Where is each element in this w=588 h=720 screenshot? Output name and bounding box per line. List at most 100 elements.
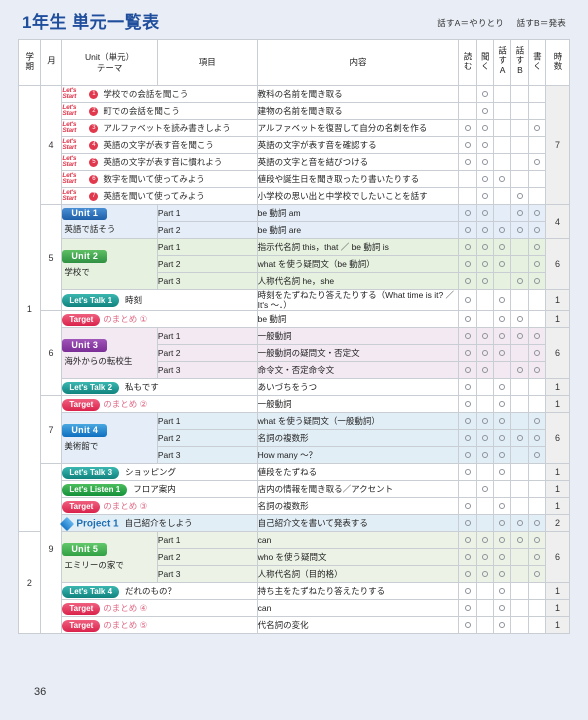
lets-start-icon: Let's Start <box>62 171 77 185</box>
table-row: Let's Start 7 英語を聞いて使ってみよう 小学校の思い出と中学校でしたいこと… <box>19 187 570 205</box>
circle-icon <box>464 587 471 594</box>
mark-speak-a <box>493 288 512 312</box>
circle-icon <box>499 502 506 509</box>
hours-cell: 6 <box>545 412 570 465</box>
content-cell: 自己紹介文を書いて発表する <box>256 514 460 533</box>
talk-subtitle: 私もです <box>125 382 159 393</box>
target-subtitle: のまとめ ① <box>103 314 148 325</box>
unit-theme: エミリーの家で <box>64 560 124 571</box>
circle-icon <box>464 260 471 267</box>
mark-read <box>458 255 477 273</box>
mark-speak-b <box>510 238 529 256</box>
month-cell: 9 <box>39 463 63 635</box>
circle-icon <box>533 366 540 373</box>
item-cell: Part 2 <box>156 548 258 567</box>
circle-icon <box>481 553 488 560</box>
circle-icon <box>533 243 540 250</box>
content-cell: be 動詞 am <box>256 204 460 222</box>
page-header: 1年生 単元一覧表 話すA＝やりとり 話すB＝発表 <box>18 0 570 39</box>
term-cell: 1 <box>18 84 41 533</box>
mark-write <box>527 548 547 567</box>
mark-read <box>458 429 477 448</box>
mark-speak-b <box>510 531 529 550</box>
mark-speak-b <box>510 412 529 431</box>
target-subtitle: のまとめ ② <box>103 399 148 410</box>
lets-start-title: 英語の文字が表す音を聞こう <box>103 140 214 150</box>
unit-cell: Target のまとめ ③ <box>61 497 258 516</box>
content-cell: 一般動詞 <box>256 327 460 346</box>
unit-cell: Let's Start 5 英語の文字が表す音に慣れよう <box>61 153 258 171</box>
circle-icon <box>464 158 471 165</box>
talk-subtitle: 時刻 <box>125 294 143 305</box>
mark-speak-a <box>493 463 512 482</box>
mark-speak-a <box>493 548 512 567</box>
col-speak-b: 話すB <box>510 39 529 86</box>
mark-speak-a <box>493 582 512 601</box>
circle-icon <box>533 519 540 526</box>
mark-read <box>458 412 477 431</box>
mark-speak-b <box>510 85 529 103</box>
mark-speak-b <box>510 565 529 584</box>
unit-cell: Let's Start 3 アルファベットを読み書きしよう <box>61 119 258 137</box>
mark-listen <box>475 288 495 312</box>
legend-speak-a: 話すA＝やりとり <box>437 18 505 28</box>
mark-speak-b <box>510 153 529 171</box>
hours-cell: 1 <box>545 480 570 499</box>
mark-speak-a <box>493 119 512 137</box>
circle-icon <box>464 468 471 475</box>
talk-badge: Let's Talk 3 <box>62 466 120 479</box>
mark-speak-b <box>510 255 529 273</box>
hours-cell: 1 <box>545 463 570 482</box>
circle-icon <box>533 332 540 339</box>
content-cell: 人称代名詞 he，she <box>256 272 460 290</box>
col-read: 読む <box>458 39 477 86</box>
mark-write <box>527 327 547 346</box>
mark-read <box>458 548 477 567</box>
mark-read <box>458 85 477 103</box>
circle-icon <box>533 349 540 356</box>
mark-read <box>458 582 477 601</box>
month-cell: 6 <box>39 310 63 397</box>
lets-start-title: アルファベットを読み書きしよう <box>103 123 231 133</box>
mark-write <box>527 85 547 103</box>
mark-listen <box>475 412 495 431</box>
mark-write <box>527 412 547 431</box>
content-cell: How many 〜？ <box>256 446 460 465</box>
table-row: Let's Talk 4 だれのもの？ 持ち主をたずねたり答えたりする 1 <box>19 582 570 601</box>
mark-listen <box>475 327 495 346</box>
item-cell: Part 2 <box>156 255 258 273</box>
mark-read <box>458 221 477 239</box>
mark-listen <box>475 85 495 103</box>
mark-listen <box>475 361 495 380</box>
mark-speak-b <box>510 221 529 239</box>
mark-write <box>527 395 547 414</box>
circle-icon <box>516 434 523 441</box>
lets-start-icon: Let's Start <box>62 137 77 151</box>
mark-write <box>527 480 547 499</box>
content-cell: what を使う疑問文（一般動詞） <box>256 412 460 431</box>
table-row: Let's Talk 1 時刻 時刻をたずねたり答えたりする（What time i… <box>19 288 570 312</box>
hours-cell: 2 <box>545 514 570 533</box>
mark-speak-a <box>493 395 512 414</box>
unit-cell: Unit 3 海外からの転校生 <box>61 327 158 380</box>
circle-icon <box>481 485 488 492</box>
mark-read <box>458 565 477 584</box>
mark-speak-b <box>510 288 529 312</box>
circle-icon <box>481 243 488 250</box>
content-cell: アルファベットを復習して自分の名刺を作る <box>256 119 460 137</box>
circle-icon <box>533 226 540 233</box>
content-cell: can <box>256 531 460 550</box>
mark-speak-a <box>493 412 512 431</box>
content-cell: who を使う疑問文 <box>256 548 460 567</box>
mark-speak-b <box>510 463 529 482</box>
circle-icon <box>533 553 540 560</box>
lets-start-title: 英語の文字が表す音に慣れよう <box>103 157 223 167</box>
mark-listen <box>475 272 495 290</box>
mark-write <box>527 204 547 222</box>
mark-speak-b <box>510 599 529 618</box>
mark-speak-a <box>493 531 512 550</box>
circle-icon <box>516 209 523 216</box>
content-cell: 人称代名詞（目的格） <box>256 565 460 584</box>
circle-icon <box>481 536 488 543</box>
mark-write <box>527 272 547 290</box>
